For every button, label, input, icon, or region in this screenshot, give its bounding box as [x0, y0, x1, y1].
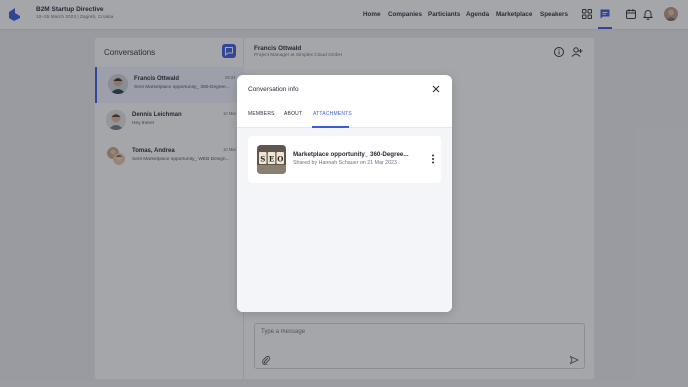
thumbnail-letter: S [260, 155, 265, 164]
more-options-icon[interactable] [430, 153, 436, 165]
attachment-item[interactable]: S E O Marketplace opportunity_ 360-Degre… [248, 136, 441, 183]
thumbnail-letter: E [269, 155, 274, 164]
attachment-thumbnail: S E O [257, 145, 286, 174]
attachment-shared-info: Shared by Hannah Schauer on 21 Mar 2023 [293, 160, 397, 166]
conversation-info-dialog: Conversation info MEMBERS ABOUT ATTACHME… [237, 75, 452, 312]
tab-attachments[interactable]: ATTACHMENTS [313, 111, 352, 117]
attachment-name: Marketplace opportunity_ 360-Degree... [293, 151, 409, 158]
attachments-list: S E O Marketplace opportunity_ 360-Degre… [237, 128, 452, 312]
close-icon[interactable] [431, 84, 441, 94]
thumbnail-letter: O [277, 155, 283, 164]
dialog-title: Conversation info [248, 86, 299, 93]
tab-members[interactable]: MEMBERS [248, 111, 275, 117]
tab-about[interactable]: ABOUT [284, 111, 302, 117]
dialog-tabs: MEMBERS ABOUT ATTACHMENTS [237, 104, 452, 128]
